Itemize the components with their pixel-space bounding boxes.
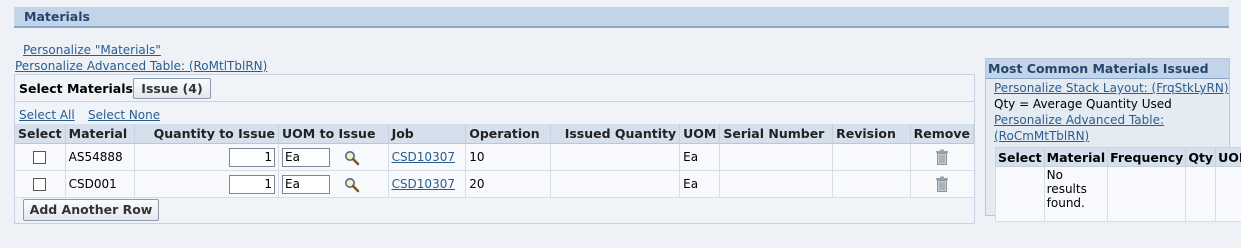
most-common-table: Select Material Frequency Qty UOM No res… xyxy=(995,147,1241,222)
col-job: Job xyxy=(388,124,467,144)
issue-button[interactable]: Issue (4) xyxy=(133,78,211,99)
most-common-header: Most Common Materials Issued xyxy=(986,59,1229,79)
revision-cell xyxy=(832,170,911,198)
table-row: AS54888 CSD10307 10 Ea xyxy=(15,143,974,171)
select-materials-bar: Select Materials: Issue (4) xyxy=(15,75,974,102)
select-materials-label: Select Materials: xyxy=(19,81,138,96)
no-results-line-2: results xyxy=(1046,182,1087,196)
mc-col-qty: Qty xyxy=(1185,147,1217,167)
mc-col-select: Select xyxy=(995,147,1045,167)
col-uom: UOM xyxy=(679,124,721,144)
mc-col-uom: UOM xyxy=(1215,147,1241,167)
col-serial: Serial Number xyxy=(719,124,834,144)
job-link[interactable]: CSD10307 xyxy=(392,177,455,191)
job-link[interactable]: CSD10307 xyxy=(392,150,455,164)
col-remove: Remove xyxy=(910,124,975,144)
personalize-stack-link[interactable]: Personalize Stack Layout: (FrqStkLyRN) xyxy=(994,81,1229,95)
personalize-common-table-link[interactable]: Personalize Advanced Table: xyxy=(994,113,1164,127)
quantity-input[interactable] xyxy=(229,147,276,167)
uom-input[interactable] xyxy=(282,147,331,167)
materials-panel: Select Materials: Issue (4) Select All S… xyxy=(14,74,975,224)
add-another-row-button[interactable]: Add Another Row xyxy=(23,199,159,221)
row-checkbox[interactable] xyxy=(33,151,47,164)
select-none-link[interactable]: Select None xyxy=(88,108,160,122)
revision-cell xyxy=(832,143,911,171)
select-all-link[interactable]: Select All xyxy=(19,108,75,122)
materials-table: Select Material Quantity to Issue UOM to… xyxy=(15,124,975,198)
qty-note: Qty = Average Quantity Used xyxy=(994,97,1172,111)
issued-qty-cell xyxy=(550,143,681,171)
col-operation: Operation xyxy=(465,124,551,144)
personalize-common-table-id-link[interactable]: (RoCmMtTblRN) xyxy=(994,129,1089,143)
table-row: CSD001 CSD10307 20 Ea xyxy=(15,170,974,198)
personalize-table-link[interactable]: Personalize Advanced Table: (RoMtlTblRN) xyxy=(15,59,267,73)
uom-cell: Ea xyxy=(679,143,721,171)
select-all-bar: Select All Select None xyxy=(15,105,974,151)
col-uom-issue: UOM to Issue xyxy=(278,124,389,144)
operation-cell: 20 xyxy=(465,170,551,198)
magnifier-icon[interactable] xyxy=(344,150,360,166)
issued-qty-cell xyxy=(550,170,681,198)
magnifier-icon[interactable] xyxy=(344,177,360,193)
col-select: Select xyxy=(15,124,66,144)
serial-cell xyxy=(719,143,834,171)
material-cell: AS54888 xyxy=(65,143,136,171)
no-results-line-1: No xyxy=(1046,168,1063,182)
empty-row: No results found. xyxy=(995,166,1241,222)
mc-col-frequency: Frequency xyxy=(1107,147,1187,167)
col-revision: Revision xyxy=(832,124,911,144)
section-title: Materials xyxy=(24,9,90,24)
trash-icon[interactable] xyxy=(935,176,949,192)
row-checkbox[interactable] xyxy=(33,178,47,191)
no-results-text: No results found. xyxy=(1043,166,1109,222)
uom-cell: Ea xyxy=(679,170,721,198)
personalize-materials-link[interactable]: Personalize "Materials" xyxy=(23,43,161,57)
most-common-materials-panel: Most Common Materials Issued Personalize… xyxy=(985,58,1241,222)
material-cell: CSD001 xyxy=(65,170,136,198)
col-quantity: Quantity to Issue xyxy=(134,124,280,144)
trash-icon[interactable] xyxy=(935,149,949,165)
no-results-line-3: found. xyxy=(1046,196,1085,210)
quantity-input[interactable] xyxy=(229,174,276,194)
operation-cell: 10 xyxy=(465,143,551,171)
section-header: Materials xyxy=(14,7,1229,28)
col-material: Material xyxy=(65,124,136,144)
uom-input[interactable] xyxy=(282,174,331,194)
col-issued-qty: Issued Quantity xyxy=(550,124,681,144)
serial-cell xyxy=(719,170,834,198)
mc-col-material: Material xyxy=(1043,147,1109,167)
most-common-title: Most Common Materials Issued xyxy=(988,61,1209,76)
